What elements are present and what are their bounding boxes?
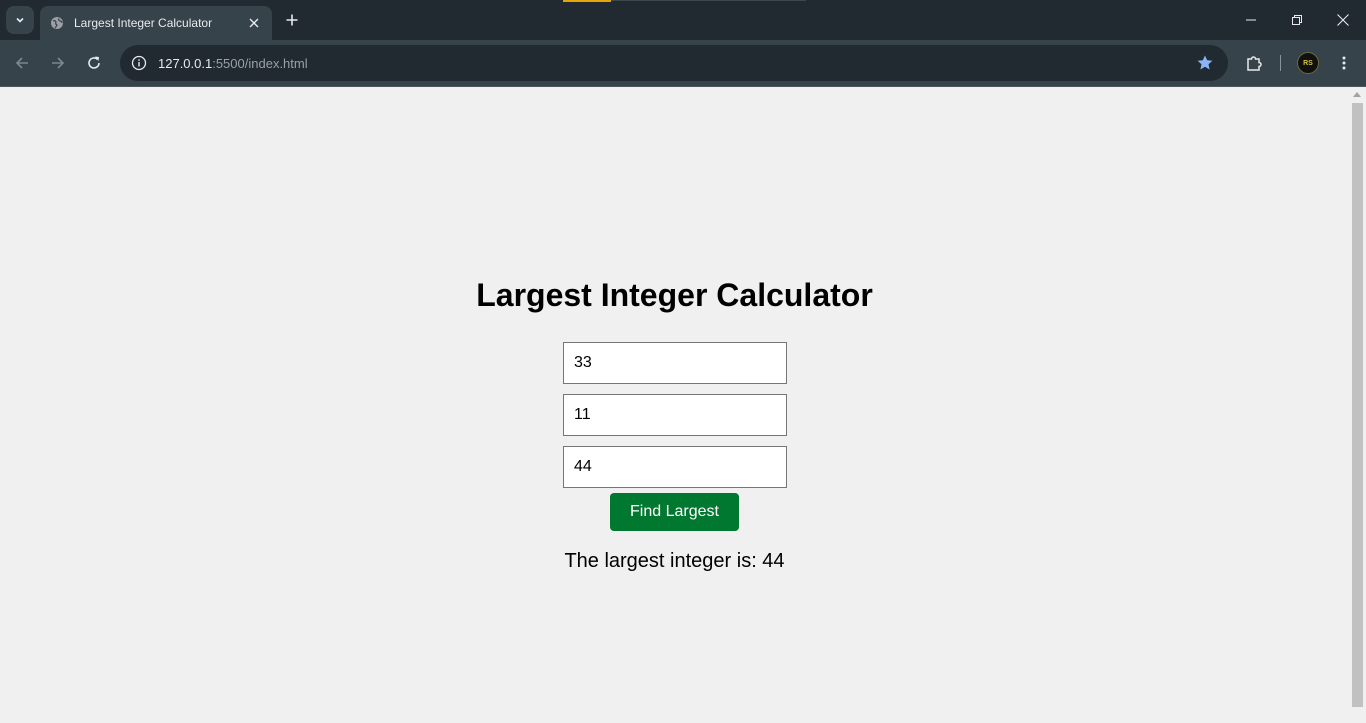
- url-path: :5500/index.html: [212, 55, 308, 71]
- titlebar-accent: [563, 0, 611, 2]
- globe-icon: [50, 16, 64, 30]
- minimize-icon: [1246, 19, 1256, 21]
- url-host: 127.0.0.1: [158, 55, 213, 71]
- page-content: Largest Integer Calculator Find Largest …: [0, 87, 1349, 723]
- reload-button[interactable]: [78, 47, 110, 79]
- restore-icon: [1292, 15, 1302, 25]
- arrow-left-icon: [15, 57, 28, 69]
- find-largest-button[interactable]: Find Largest: [610, 493, 739, 531]
- tab-title: Largest Integer Calculator: [74, 16, 213, 30]
- toolbar-divider: [1280, 55, 1281, 71]
- address-bar[interactable]: 127.0.0.1:5500/index.html: [120, 45, 1228, 81]
- profile-avatar[interactable]: RS: [1297, 52, 1319, 74]
- close-window-button[interactable]: [1320, 0, 1366, 40]
- site-info-icon[interactable]: [122, 45, 156, 81]
- close-icon: [1337, 14, 1349, 26]
- tab-search-button[interactable]: [6, 6, 34, 34]
- extensions-button[interactable]: [1238, 47, 1270, 79]
- tab-close-icon[interactable]: [246, 15, 262, 31]
- browser-tab[interactable]: Largest Integer Calculator: [40, 6, 272, 40]
- new-tab-button[interactable]: [280, 8, 304, 32]
- chevron-down-icon: [16, 17, 24, 23]
- restore-button[interactable]: [1274, 0, 1320, 40]
- plus-icon: [286, 14, 298, 26]
- browser-titlebar: Largest Integer Calculator: [0, 0, 1366, 40]
- back-button[interactable]: [6, 47, 38, 79]
- menu-button[interactable]: [1328, 47, 1360, 79]
- url-text: 127.0.0.1:5500/index.html: [158, 56, 308, 71]
- scroll-up-arrow-icon[interactable]: [1353, 92, 1361, 97]
- result-text: The largest integer is: 44: [564, 550, 785, 572]
- arrow-right-icon: [52, 57, 65, 69]
- puzzle-icon: [1247, 56, 1262, 71]
- reload-icon: [88, 56, 100, 69]
- kebab-menu-icon: [1342, 56, 1346, 70]
- minimize-button[interactable]: [1228, 0, 1274, 40]
- titlebar-accent-line: [611, 0, 806, 1]
- page-scrollbar[interactable]: [1349, 87, 1366, 723]
- number-input-3[interactable]: [563, 446, 787, 488]
- browser-toolbar: 127.0.0.1:5500/index.html RS: [0, 40, 1366, 86]
- page-title: Largest Integer Calculator: [476, 277, 873, 313]
- scrollbar-thumb[interactable]: [1352, 103, 1363, 707]
- bookmark-star-icon[interactable]: [1196, 54, 1214, 72]
- number-input-2[interactable]: [563, 394, 787, 436]
- number-input-1[interactable]: [563, 342, 787, 384]
- forward-button[interactable]: [42, 47, 74, 79]
- avatar-initials: RS: [1303, 59, 1313, 67]
